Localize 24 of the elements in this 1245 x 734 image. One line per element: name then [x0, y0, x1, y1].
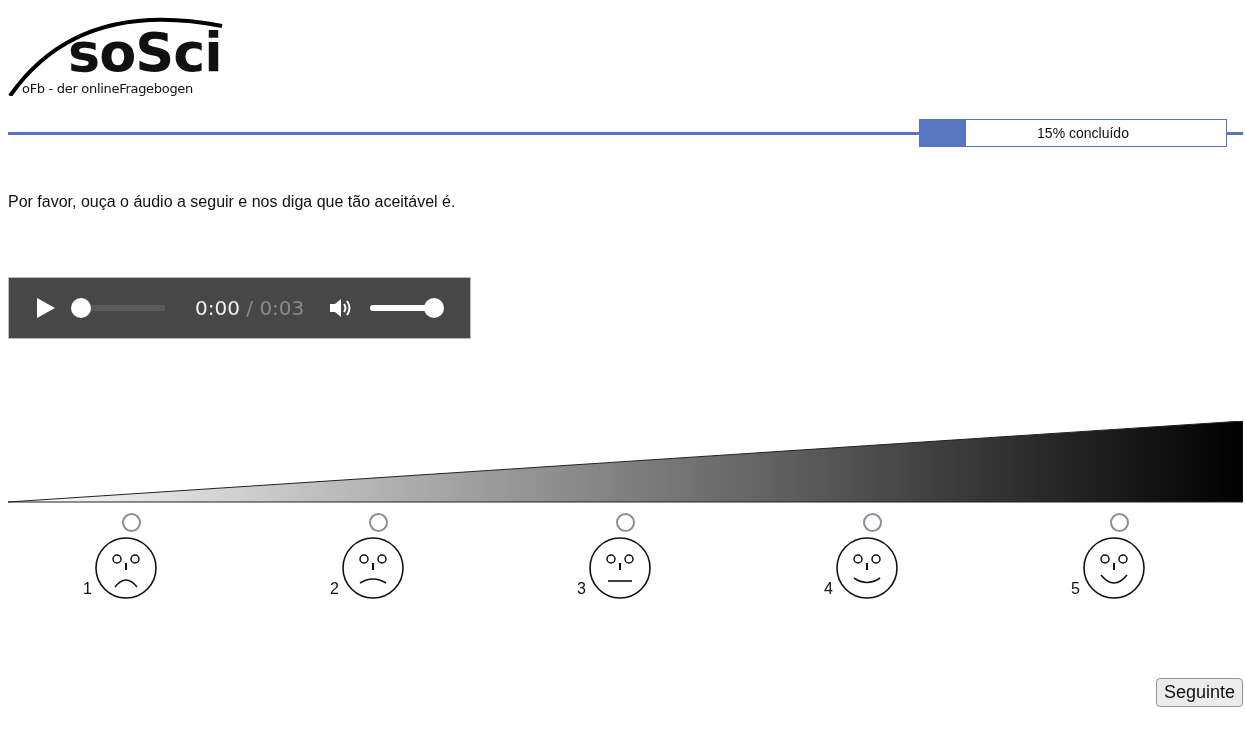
time-display: 0:00 / 0:03	[195, 296, 305, 320]
rating-radio[interactable]	[863, 513, 882, 532]
progress-label: 15% concluído	[1037, 125, 1129, 141]
option-number: 2	[330, 580, 339, 598]
face-icon	[587, 536, 652, 600]
face-icon	[1081, 536, 1146, 600]
logo-subtitle: oFb - der onlineFragebogen	[22, 82, 193, 95]
option-number: 3	[577, 580, 586, 598]
question-text: Por favor, ouça o áudio a seguir e nos diga que tão aceitável é.	[8, 193, 457, 211]
rating-radio[interactable]	[1110, 513, 1129, 532]
face-icon	[834, 536, 899, 600]
option-number: 5	[1071, 580, 1080, 598]
rating-radio[interactable]	[616, 513, 635, 532]
option-number: 1	[83, 580, 92, 598]
face-icon	[93, 536, 158, 600]
next-button[interactable]: Seguinte	[1155, 678, 1243, 707]
rating-radio[interactable]	[122, 513, 141, 532]
seek-thumb[interactable]	[71, 298, 91, 318]
volume-thumb[interactable]	[424, 298, 445, 318]
rating-radio[interactable]	[369, 513, 388, 532]
play-button[interactable]	[35, 297, 57, 319]
logo-title: soSci	[68, 26, 222, 80]
face-icon	[340, 536, 405, 600]
option-number: 4	[824, 580, 833, 598]
